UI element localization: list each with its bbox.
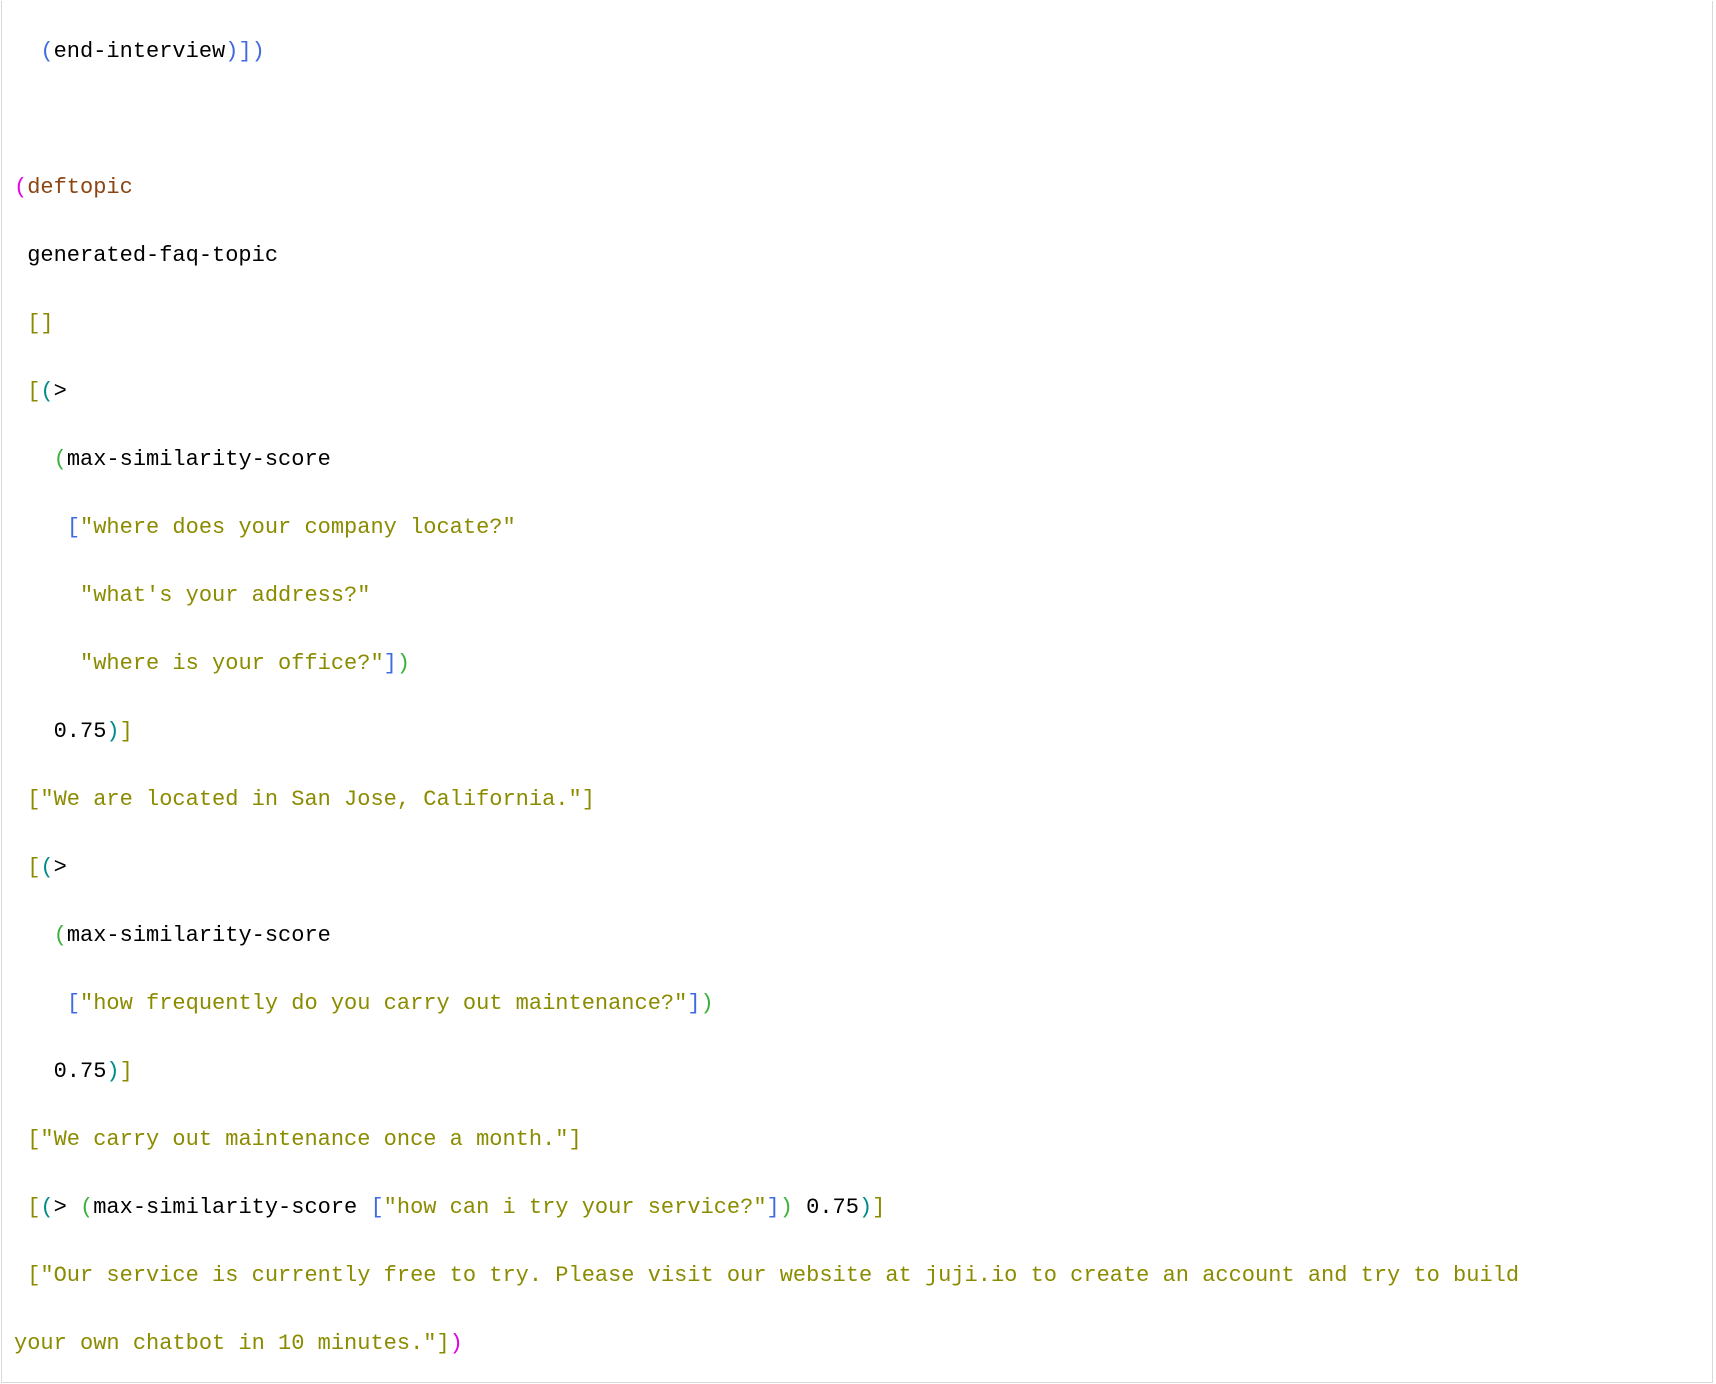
symbol: max-similarity-score: [93, 1195, 370, 1220]
bracket: [: [27, 1127, 40, 1152]
paren: ): [106, 1059, 119, 1084]
paren: )]): [225, 39, 265, 64]
bracket: ]: [569, 1127, 582, 1152]
symbol: max-similarity-score: [67, 923, 331, 948]
number: 0.75: [793, 1195, 859, 1220]
string-literal: "Our service is currently free to try. P…: [40, 1263, 1532, 1288]
bracket: ]: [436, 1331, 449, 1356]
code-line: "where is your office?"]): [2, 647, 1712, 681]
paren: (: [40, 1195, 53, 1220]
paren: (: [54, 447, 67, 472]
operator: >: [54, 855, 67, 880]
bracket: [: [27, 1263, 40, 1288]
code-line: (end-interview)]): [2, 35, 1712, 69]
code-line: 0.75)]: [2, 715, 1712, 749]
code-line: your own chatbot in 10 minutes."]): [2, 1327, 1712, 1361]
string-literal: "We are located in San Jose, California.…: [40, 787, 581, 812]
code-line: [(> (max-similarity-score ["how can i tr…: [2, 1191, 1712, 1225]
paren: ): [106, 719, 119, 744]
keyword: deftopic: [27, 175, 133, 200]
string-literal: "where is your office?": [80, 651, 384, 676]
symbol: generated-faq-topic: [14, 243, 278, 268]
paren: ): [780, 1195, 793, 1220]
bracket: [: [67, 991, 80, 1016]
number: 0.75: [54, 1059, 107, 1084]
paren: (: [80, 1195, 93, 1220]
code-editor[interactable]: (end-interview)]) (deftopic generated-fa…: [1, 1, 1713, 1383]
code-line: (deftopic: [2, 171, 1712, 205]
operator: >: [54, 1195, 80, 1220]
paren: (: [54, 923, 67, 948]
bracket: [: [27, 379, 40, 404]
string-literal: "how can i try your service?": [384, 1195, 767, 1220]
bracket: [: [27, 787, 40, 812]
bracket: ]: [120, 719, 133, 744]
string-literal: "where does your company locate?": [80, 515, 516, 540]
paren: (: [40, 379, 53, 404]
paren: ): [701, 991, 714, 1016]
number: 0.75: [54, 719, 107, 744]
code-line: (max-similarity-score: [2, 443, 1712, 477]
code-line: "what's your address?": [2, 579, 1712, 613]
paren: (: [14, 175, 27, 200]
code-line: [(>: [2, 851, 1712, 885]
bracket: ]: [872, 1195, 885, 1220]
symbol: end-interview: [54, 39, 226, 64]
code-line: ["where does your company locate?": [2, 511, 1712, 545]
bracket: ]: [687, 991, 700, 1016]
symbol: max-similarity-score: [67, 447, 331, 472]
paren: ): [397, 651, 410, 676]
bracket: [: [67, 515, 80, 540]
paren: (: [40, 855, 53, 880]
string-literal: "what's your address?": [80, 583, 370, 608]
code-block: (end-interview)]) (deftopic generated-fa…: [2, 1, 1712, 1383]
bracket: []: [27, 311, 53, 336]
code-line: (max-similarity-score: [2, 919, 1712, 953]
bracket: ]: [384, 651, 397, 676]
bracket: ]: [582, 787, 595, 812]
code-line: 0.75)]: [2, 1055, 1712, 1089]
operator: >: [54, 379, 67, 404]
code-line: generated-faq-topic: [2, 239, 1712, 273]
bracket: ]: [120, 1059, 133, 1084]
bracket: [: [27, 855, 40, 880]
string-literal: "We carry out maintenance once a month.": [40, 1127, 568, 1152]
bracket: ]: [767, 1195, 780, 1220]
code-line: ["Our service is currently free to try. …: [2, 1259, 1712, 1293]
code-line: [(>: [2, 375, 1712, 409]
code-line: [2, 103, 1712, 137]
code-line: ["We carry out maintenance once a month.…: [2, 1123, 1712, 1157]
code-line: ["how frequently do you carry out mainte…: [2, 987, 1712, 1021]
paren: (: [40, 39, 53, 64]
bracket: [: [370, 1195, 383, 1220]
string-literal: your own chatbot in 10 minutes.": [14, 1331, 436, 1356]
paren: ): [859, 1195, 872, 1220]
string-literal: "how frequently do you carry out mainten…: [80, 991, 687, 1016]
code-line: ["We are located in San Jose, California…: [2, 783, 1712, 817]
bracket: [: [27, 1195, 40, 1220]
paren: ): [450, 1331, 463, 1356]
code-line: []: [2, 307, 1712, 341]
